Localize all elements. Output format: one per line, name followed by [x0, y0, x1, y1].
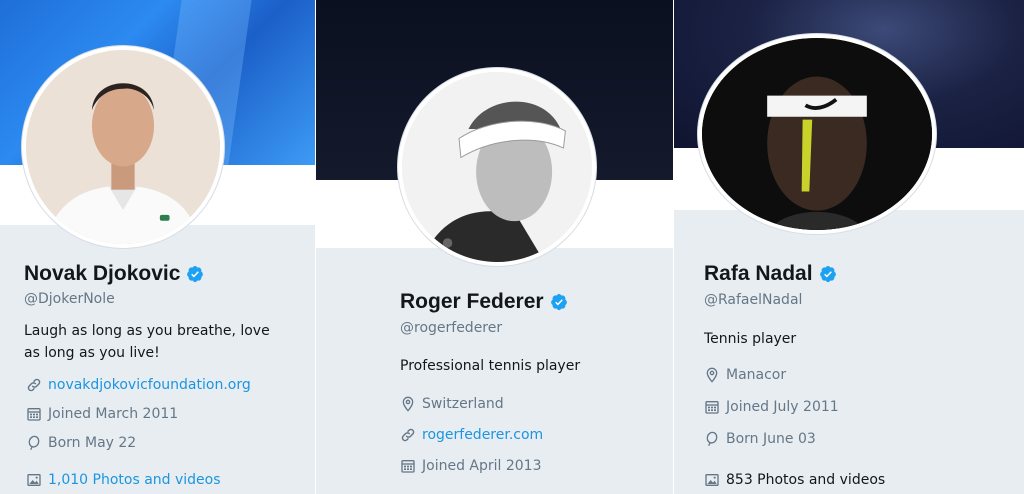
display-name: Roger Federer [400, 290, 544, 313]
joined-row: Joined April 2013 [400, 458, 542, 474]
profile-card-nadal: Rafa Nadal @RafaelNadal Tennis player Ma… [674, 0, 1024, 494]
verified-badge-icon [550, 293, 568, 311]
website-row: rogerfederer.com [400, 427, 543, 443]
profile-card-federer: Roger Federer @rogerfederer Professional… [316, 0, 673, 494]
display-name: Novak Djokovic [24, 262, 181, 285]
user-bio: Laugh as long as you breathe, love as lo… [24, 323, 270, 361]
user-bio: Tennis player [704, 331, 797, 347]
joined-date: Joined March 2011 [48, 406, 179, 422]
location-pin-icon [400, 396, 416, 412]
calendar-icon [400, 458, 416, 474]
birth-date: Born May 22 [48, 435, 137, 451]
photos-link[interactable]: 1,010 Photos and videos [48, 472, 221, 488]
joined-date: Joined July 2011 [726, 399, 839, 415]
joined-row: Joined July 2011 [704, 399, 839, 415]
user-handle: @DjokerNole [24, 291, 115, 307]
display-name: Rafa Nadal [704, 262, 813, 285]
photos-link[interactable]: 853 Photos and videos [726, 472, 885, 488]
website-row: novakdjokovicfoundation.org [26, 377, 251, 393]
avatar[interactable] [398, 68, 596, 266]
user-handle: @rogerfederer [400, 320, 503, 336]
verified-badge-icon [819, 265, 837, 283]
user-bio: Professional tennis player [400, 358, 581, 374]
location-text: Manacor [726, 367, 787, 383]
birthday-row: Born May 22 [26, 435, 136, 451]
photos-row[interactable]: 853 Photos and videos [704, 472, 885, 488]
website-link[interactable]: novakdjokovicfoundation.org [48, 377, 251, 393]
user-handle: @RafaelNadal [704, 292, 803, 308]
location-pin-icon [704, 367, 720, 383]
verified-badge-icon [186, 265, 204, 283]
location-text: Switzerland [422, 396, 504, 412]
balloon-icon [704, 431, 720, 447]
joined-row: Joined March 2011 [26, 406, 178, 422]
photos-row[interactable]: 1,010 Photos and videos [26, 472, 221, 488]
link-icon [400, 427, 416, 443]
link-icon [26, 377, 42, 393]
balloon-icon [26, 435, 42, 451]
profile-card-djokovic: Novak Djokovic @DjokerNole Laugh as long… [0, 0, 315, 494]
image-icon [26, 472, 42, 488]
avatar[interactable] [698, 34, 936, 234]
joined-date: Joined April 2013 [422, 458, 542, 474]
profile-info-area [674, 210, 1024, 494]
birthday-row: Born June 03 [704, 431, 816, 447]
birth-date: Born June 03 [726, 431, 816, 447]
website-link[interactable]: rogerfederer.com [422, 427, 543, 443]
avatar[interactable] [22, 46, 224, 248]
location-row: Switzerland [400, 396, 504, 412]
calendar-icon [26, 406, 42, 422]
location-row: Manacor [704, 367, 786, 383]
calendar-icon [704, 399, 720, 415]
image-icon [704, 472, 720, 488]
